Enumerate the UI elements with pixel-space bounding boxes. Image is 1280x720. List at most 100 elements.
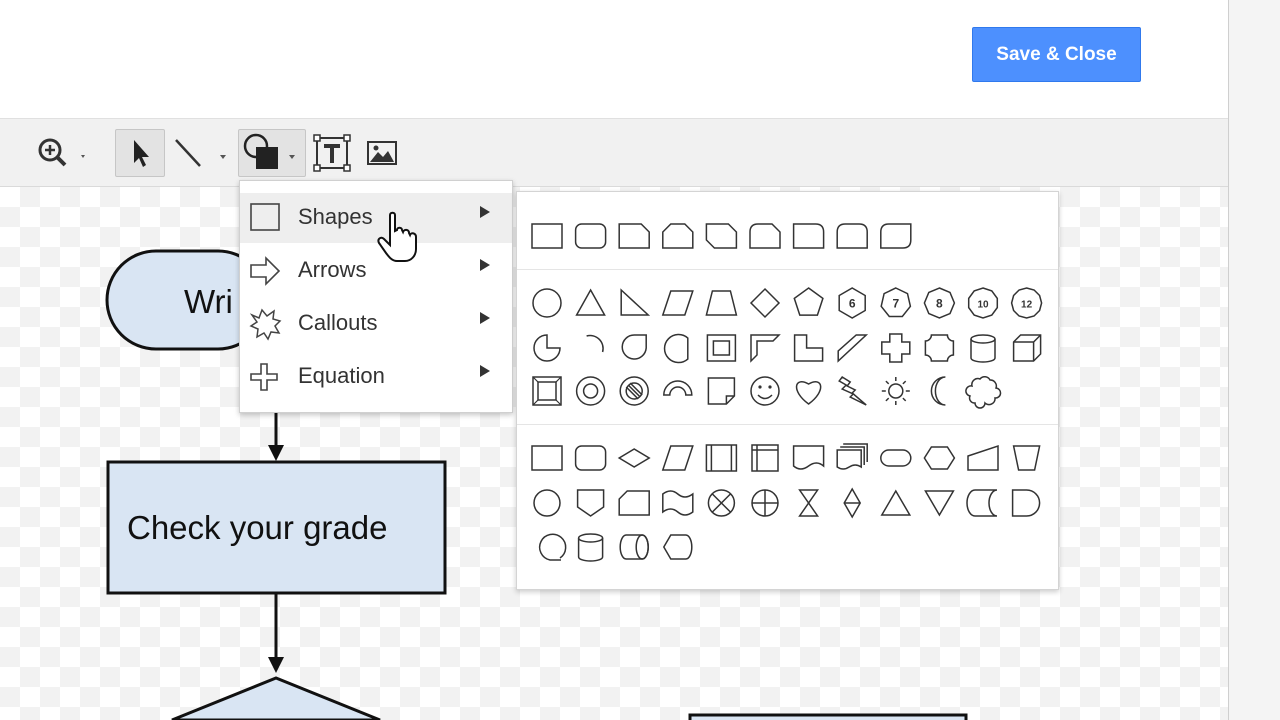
- shape-button[interactable]: [238, 129, 306, 177]
- heart-shape-icon[interactable]: [789, 371, 829, 411]
- smiley-shape-icon[interactable]: [745, 371, 785, 411]
- folded-corner-shape-icon[interactable]: [701, 371, 741, 411]
- donut-shape-icon[interactable]: [571, 371, 611, 411]
- dodecagon-shape-icon[interactable]: 12: [1007, 283, 1047, 323]
- extract-shape-icon[interactable]: [876, 483, 916, 523]
- terminator-label: Wri: [184, 283, 233, 320]
- preparation-shape-icon[interactable]: [919, 438, 959, 478]
- no-symbol-shape-icon[interactable]: [614, 371, 654, 411]
- summing-junction-shape-icon[interactable]: [701, 483, 741, 523]
- multidocument-shape-icon[interactable]: [832, 438, 872, 478]
- plus-outline-icon: [250, 363, 278, 391]
- sort-shape-icon[interactable]: [832, 483, 872, 523]
- select-button[interactable]: [115, 129, 165, 177]
- octagon-shape-icon[interactable]: 8: [919, 283, 959, 323]
- hexagon-shape-icon[interactable]: 6: [832, 283, 872, 323]
- manual-operation-shape-icon[interactable]: [1007, 438, 1047, 478]
- svg-text:12: 12: [1021, 300, 1033, 311]
- heptagon-shape-icon[interactable]: 7: [876, 283, 916, 323]
- diagonal-stripe-shape-icon[interactable]: [832, 328, 872, 368]
- svg-text:7: 7: [892, 297, 899, 311]
- round-corner-rectangle-shape-icon[interactable]: [789, 216, 829, 256]
- block-arc-shape-icon[interactable]: [658, 371, 698, 411]
- submenu-arrow-icon: [480, 312, 490, 324]
- data-shape-icon[interactable]: [658, 438, 698, 478]
- pentagon-shape-icon[interactable]: [789, 283, 829, 323]
- bevel-shape-icon[interactable]: [527, 371, 567, 411]
- document-shape-icon[interactable]: [789, 438, 829, 478]
- zoom-icon: [38, 138, 85, 167]
- right-side-panel: [1228, 0, 1280, 720]
- punched-tape-shape-icon[interactable]: [658, 483, 698, 523]
- decagon-shape-icon[interactable]: 10: [963, 283, 1003, 323]
- alternate-process-shape-icon[interactable]: [571, 438, 611, 478]
- sun-shape-icon[interactable]: [876, 371, 916, 411]
- predefined-process-shape-icon[interactable]: [701, 438, 741, 478]
- menu-item-arrows-label: Arrows: [298, 257, 367, 282]
- textbox-icon: [313, 134, 351, 172]
- arc-shape-icon[interactable]: [571, 328, 611, 368]
- process-shape-icon[interactable]: [527, 438, 567, 478]
- menu-item-callouts[interactable]: Callouts: [240, 299, 512, 349]
- manual-input-shape-icon[interactable]: [963, 438, 1003, 478]
- svg-text:6: 6: [849, 297, 856, 311]
- hand-cursor-icon: [377, 211, 417, 262]
- display-shape-icon[interactable]: [658, 527, 698, 567]
- cube-shape-icon[interactable]: [1007, 328, 1047, 368]
- svg-text:10: 10: [977, 300, 989, 311]
- direct-access-storage-shape-icon[interactable]: [614, 527, 654, 567]
- delay-shape-icon[interactable]: [1007, 483, 1047, 523]
- snip-round-rectangle-shape-icon[interactable]: [745, 216, 785, 256]
- chord-shape-icon[interactable]: [658, 328, 698, 368]
- parallelogram-shape-icon[interactable]: [658, 283, 698, 323]
- snip-diagonal-rectangle-shape-icon[interactable]: [701, 216, 741, 256]
- teardrop-shape-icon[interactable]: [614, 328, 654, 368]
- or-shape-icon[interactable]: [745, 483, 785, 523]
- submenu-arrow-icon: [480, 259, 490, 271]
- pie-shape-icon[interactable]: [527, 328, 567, 368]
- magnetic-disk-shape-icon[interactable]: [571, 527, 611, 567]
- shapes-grid: 6 7 8 10 12: [527, 216, 1047, 567]
- menu-item-equation-label: Equation: [298, 363, 385, 388]
- collate-shape-icon[interactable]: [789, 483, 829, 523]
- rectangle-shape-icon[interactable]: [527, 216, 567, 256]
- save-and-close-button[interactable]: Save & Close: [972, 27, 1141, 82]
- round-diagonal-rectangle-shape-icon[interactable]: [876, 216, 916, 256]
- diamond-shape-icon[interactable]: [745, 283, 785, 323]
- merge-shape-icon[interactable]: [919, 483, 959, 523]
- moon-shape-icon[interactable]: [919, 371, 959, 411]
- rounded-rectangle-shape-icon[interactable]: [571, 216, 611, 256]
- cloud-shape-icon[interactable]: [963, 371, 1003, 411]
- snip-same-side-rectangle-shape-icon[interactable]: [658, 216, 698, 256]
- svg-text:8: 8: [936, 297, 943, 311]
- stored-data-shape-icon[interactable]: [963, 483, 1003, 523]
- can-shape-icon[interactable]: [963, 328, 1003, 368]
- cross-shape-icon[interactable]: [876, 328, 916, 368]
- zoom-button[interactable]: [28, 129, 94, 177]
- explosion-callout-icon: [249, 308, 282, 341]
- lightning-shape-icon[interactable]: [832, 371, 872, 411]
- terminator-shape-icon[interactable]: [876, 438, 916, 478]
- decision-shape-icon[interactable]: [614, 438, 654, 478]
- connector-shape-icon[interactable]: [527, 483, 567, 523]
- right-triangle-shape-icon[interactable]: [614, 283, 654, 323]
- trapezoid-shape-icon[interactable]: [701, 283, 741, 323]
- snip-corner-rectangle-shape-icon[interactable]: [614, 216, 654, 256]
- plaque-shape-icon[interactable]: [919, 328, 959, 368]
- menu-item-shapes-label: Shapes: [298, 204, 373, 229]
- round-same-side-rectangle-shape-icon[interactable]: [832, 216, 872, 256]
- half-frame-shape-icon[interactable]: [745, 328, 785, 368]
- textbox-button[interactable]: [310, 129, 354, 177]
- card-shape-icon[interactable]: [614, 483, 654, 523]
- frame-shape-icon[interactable]: [701, 328, 741, 368]
- off-page-connector-shape-icon[interactable]: [571, 483, 611, 523]
- decision-shape: [171, 676, 381, 720]
- menu-item-equation[interactable]: Equation: [240, 352, 512, 402]
- internal-storage-shape-icon[interactable]: [745, 438, 785, 478]
- line-button[interactable]: [168, 129, 234, 177]
- image-button[interactable]: [362, 129, 402, 177]
- ellipse-shape-icon[interactable]: [527, 283, 567, 323]
- l-shape-shape-icon[interactable]: [789, 328, 829, 368]
- triangle-shape-icon[interactable]: [571, 283, 611, 323]
- sequential-access-storage-shape-icon[interactable]: [527, 527, 567, 567]
